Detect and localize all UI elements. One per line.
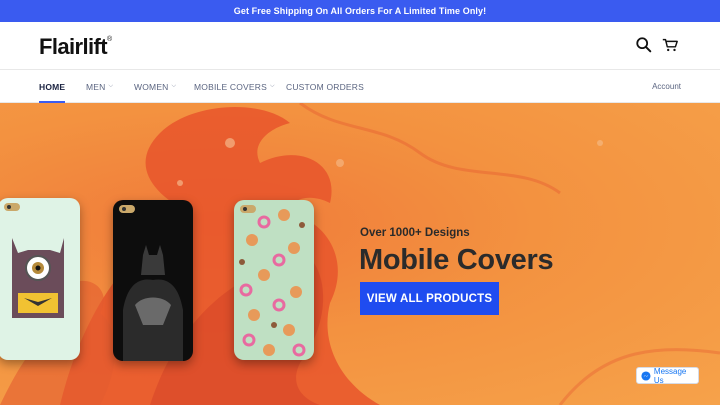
nav-item-mobile-covers[interactable]: MOBILE COVERS ⌵ <box>194 70 275 103</box>
announcement-bar: Get Free Shipping On All Orders For A Li… <box>0 0 720 22</box>
nav-item-home[interactable]: HOME <box>39 70 66 103</box>
nav-item-custom-orders[interactable]: CUSTOM ORDERS <box>286 70 364 103</box>
nav-item-label[interactable]: WOMEN <box>134 82 169 92</box>
nav-item-women[interactable]: WOMEN ⌵ <box>134 70 176 103</box>
chevron-down-icon: ⌵ <box>108 83 114 89</box>
nav-item-label[interactable]: MEN <box>86 82 106 92</box>
cart-icon[interactable] <box>661 36 679 54</box>
account-link[interactable]: Account <box>652 70 681 103</box>
search-icon[interactable] <box>635 36 653 54</box>
logo-text[interactable]: Flairlift <box>39 34 108 59</box>
nav-item-men[interactable]: MEN ⌵ <box>86 70 113 103</box>
hero-eyebrow: Over 1000+ Designs <box>360 227 470 239</box>
announcement-text: Get Free Shipping On All Orders For A Li… <box>233 6 487 16</box>
cupcakes-donuts-cover[interactable] <box>234 200 314 360</box>
nav-item-label[interactable]: HOME <box>39 82 65 92</box>
minion-batman-cover[interactable] <box>0 198 80 360</box>
nav-item-label[interactable]: MOBILE COVERS <box>194 82 267 92</box>
site-header: Flairlift® <box>0 22 720 69</box>
cupcakes-pattern <box>239 209 306 357</box>
main-nav: HOME MEN ⌵ WOMEN ⌵ MOBILE COVERS ⌵ CUSTOM O… <box>0 69 720 103</box>
logo-registered-mark: ® <box>106 36 112 43</box>
hero-banner: Over 1000+ Designs Mobile Covers VIEW AL… <box>0 103 720 405</box>
batman-illustration <box>123 245 183 361</box>
cta-label[interactable]: VIEW ALL PRODUCTS <box>367 293 492 305</box>
view-all-products-button[interactable]: VIEW ALL PRODUCTS <box>360 282 499 315</box>
minion-batman-illustration <box>12 238 64 318</box>
messenger-label[interactable]: Message Us <box>654 367 698 385</box>
messenger-icon <box>641 370 651 381</box>
messenger-button[interactable]: Message Us <box>636 367 699 385</box>
site-logo[interactable]: Flairlift® <box>39 34 112 60</box>
account-label[interactable]: Account <box>652 82 681 91</box>
batman-cover[interactable] <box>113 200 193 361</box>
nav-item-label[interactable]: CUSTOM ORDERS <box>286 82 364 92</box>
hero-headline: Mobile Covers <box>359 244 554 276</box>
chevron-down-icon: ⌵ <box>171 83 177 89</box>
chevron-down-icon: ⌵ <box>269 83 275 89</box>
